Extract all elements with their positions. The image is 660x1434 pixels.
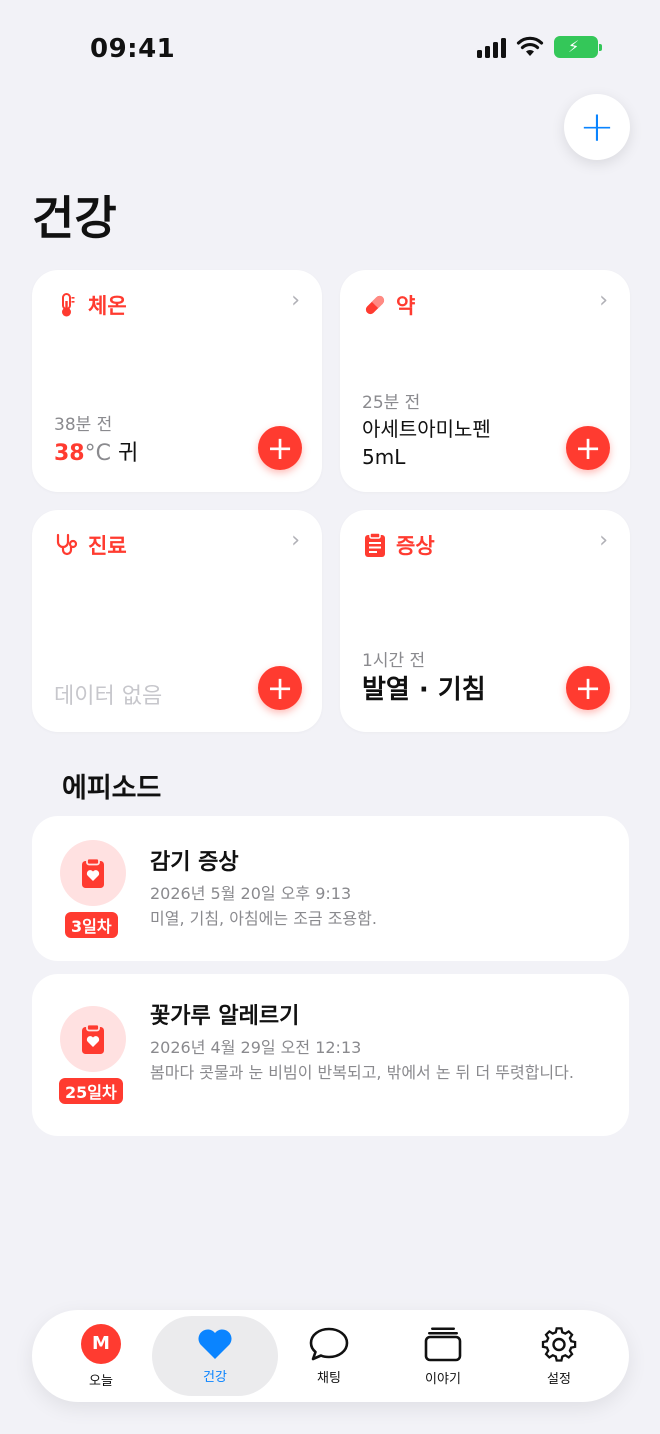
tab-stories-label: 이야기	[425, 1371, 461, 1387]
chevron-right-icon: ›	[599, 288, 608, 313]
episode-day-badge: 3일차	[65, 912, 118, 938]
episode-date: 2026년 4월 29일 오전 12:13	[150, 1038, 362, 1057]
symptom-card[interactable]: 증상 › 1시간 전 발열 · 기침 +	[340, 510, 630, 732]
add-button[interactable]: +	[564, 94, 630, 160]
chat-bubble-icon	[309, 1327, 349, 1360]
cellular-signal-icon	[477, 36, 506, 58]
tab-settings-label: 설정	[547, 1371, 571, 1387]
tab-chat[interactable]: 채팅	[266, 1316, 392, 1396]
temperature-card-header: 체온	[54, 290, 127, 320]
episode-avatar	[60, 1006, 126, 1072]
tab-today-label: 오늘	[89, 1373, 113, 1389]
status-time: 09:41	[90, 34, 176, 64]
battery-charging-icon: ⚡	[554, 36, 602, 58]
thermometer-icon	[54, 292, 80, 318]
medicine-card[interactable]: 약 › 25분 전 아세트아미노펜 5mL +	[340, 270, 630, 492]
episode-title: 감기 증상	[150, 850, 239, 875]
episode-title: 꽃가루 알레르기	[150, 1004, 300, 1029]
visit-card[interactable]: 진료 › 데이터 없음 +	[32, 510, 322, 732]
episode-description: 봄마다 콧물과 눈 비빔이 반복되고, 밖에서 논 뒤 더 뚜렷합니다.	[150, 1063, 574, 1082]
add-temperature-button[interactable]: +	[258, 426, 302, 470]
visit-card-label: 진료	[88, 534, 127, 558]
episode-date: 2026년 5월 20일 오후 9:13	[150, 884, 352, 903]
add-medicine-button[interactable]: +	[566, 426, 610, 470]
tab-stories[interactable]: 이야기	[380, 1316, 506, 1396]
symptom-card-header: 증상	[362, 530, 435, 560]
clipboard-heart-icon	[82, 1023, 104, 1054]
heart-icon	[198, 1328, 232, 1359]
temperature-card-label: 체온	[88, 294, 127, 318]
visit-empty-text: 데이터 없음	[54, 684, 163, 709]
gear-icon	[541, 1326, 577, 1362]
episode-day-badge: 25일차	[59, 1078, 123, 1104]
medicine-ago: 25분 전	[362, 393, 421, 413]
clipboard-icon	[362, 532, 388, 558]
temperature-value: 38	[54, 441, 85, 466]
chevron-right-icon: ›	[599, 528, 608, 553]
stethoscope-icon	[54, 532, 80, 558]
medicine-name: 아세트아미노펜	[362, 417, 491, 441]
status-icons: ⚡	[477, 36, 602, 58]
temperature-ago: 38분 전	[54, 415, 113, 435]
episodes-section-title: 에피소드	[62, 773, 162, 804]
clipboard-heart-icon	[82, 857, 104, 888]
avatar: M	[81, 1323, 121, 1364]
pill-icon	[362, 292, 388, 318]
tab-bar: M 오늘 건강 채팅 이야기 설정	[32, 1310, 629, 1402]
tab-chat-label: 채팅	[317, 1370, 341, 1386]
add-visit-button[interactable]: +	[258, 666, 302, 710]
temperature-card[interactable]: 체온 › 38분 전 38°C 귀 +	[32, 270, 322, 492]
stack-icon	[424, 1327, 462, 1361]
medicine-card-header: 약	[362, 290, 415, 320]
chevron-right-icon: ›	[291, 288, 300, 313]
symptom-card-label: 증상	[396, 534, 435, 558]
wifi-icon	[516, 36, 544, 56]
symptom-ago: 1시간 전	[362, 651, 426, 671]
medicine-card-label: 약	[396, 294, 416, 318]
temperature-value-row: 38°C 귀	[54, 440, 138, 469]
temperature-site: 귀	[118, 441, 139, 466]
symptom-value: 발열 · 기침	[362, 675, 486, 705]
tab-settings[interactable]: 설정	[496, 1316, 622, 1396]
temperature-unit: °C	[84, 441, 111, 466]
page-title: 건강	[32, 191, 117, 245]
episode-avatar	[60, 840, 126, 906]
episode-item[interactable]: 3일차 감기 증상 2026년 5월 20일 오후 9:13 미열, 기침, 아…	[32, 816, 629, 961]
add-symptom-button[interactable]: +	[566, 666, 610, 710]
medicine-dose: 5mL	[362, 445, 406, 469]
tab-health[interactable]: 건강	[152, 1316, 278, 1396]
episode-item[interactable]: 25일차 꽃가루 알레르기 2026년 4월 29일 오전 12:13 봄마다 …	[32, 974, 629, 1136]
visit-card-header: 진료	[54, 530, 127, 560]
status-bar: 09:41 ⚡	[0, 0, 660, 100]
chevron-right-icon: ›	[291, 528, 300, 553]
tab-today[interactable]: M 오늘	[38, 1316, 164, 1396]
episode-description: 미열, 기침, 아침에는 조금 조용함.	[150, 909, 377, 928]
tab-health-label: 건강	[203, 1369, 227, 1385]
